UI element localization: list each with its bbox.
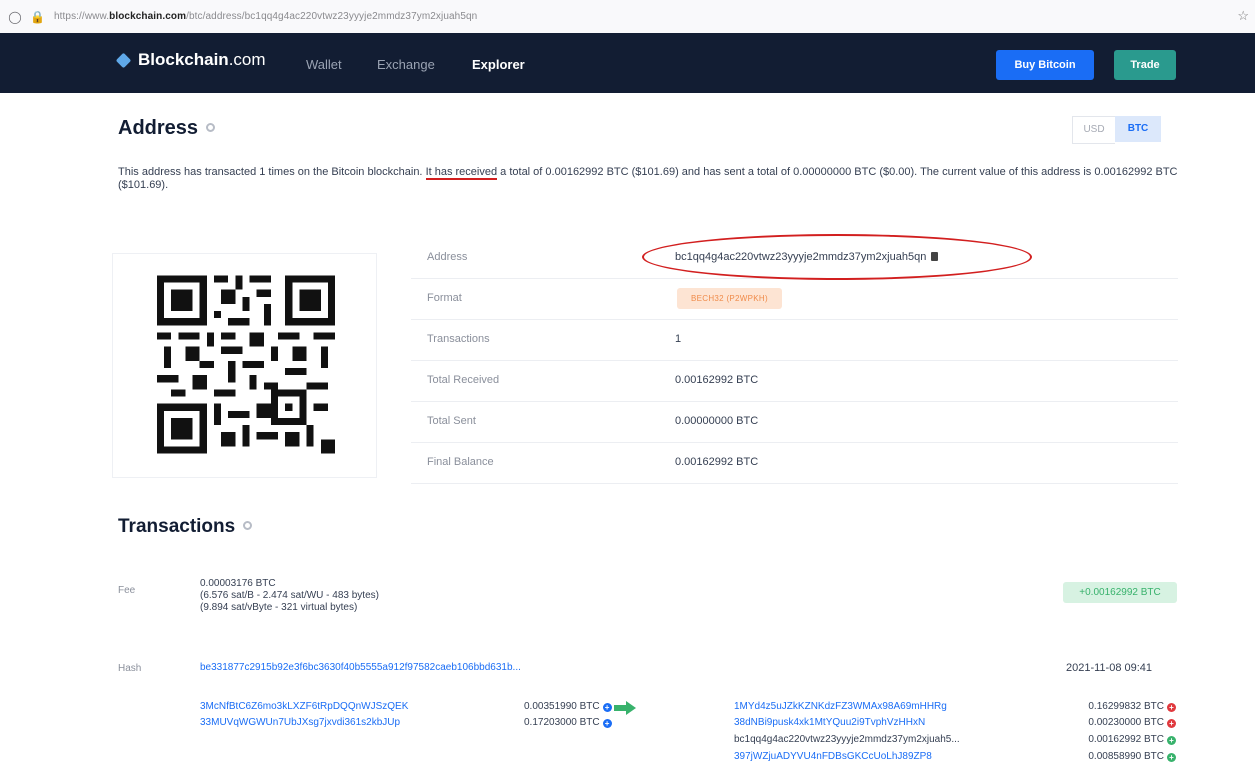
transaction-date: 2021-11-08 09:41 xyxy=(1066,662,1153,674)
expand-icon[interactable]: + xyxy=(602,719,612,728)
annotated-phrase: It has received xyxy=(425,166,498,180)
output-amount: 0.00858990 BTC + xyxy=(1088,751,1176,762)
qr-code-panel xyxy=(112,253,377,478)
detail-row-transactions: Transactions 1 xyxy=(411,320,1178,361)
url-text[interactable]: https://www.blockchain.com/btc/address/b… xyxy=(54,11,477,22)
page-title: Address xyxy=(118,117,216,140)
blockchain-logo-icon xyxy=(115,52,132,68)
address-summary: This address has transacted 1 times on t… xyxy=(118,166,1178,191)
detail-row-total-received: Total Received 0.00162992 BTC xyxy=(411,361,1178,402)
currency-btc-option[interactable]: BTC xyxy=(1115,116,1161,142)
spent-icon[interactable]: + xyxy=(1167,719,1176,728)
browser-url-bar[interactable]: ◯ 🔒 https://www.blockchain.com/btc/addre… xyxy=(0,0,1255,34)
output-address-link[interactable]: 397jWZjuADYVU4nFDBsGKCcUoLhJ89ZP8 xyxy=(734,751,932,762)
annotation-circle xyxy=(642,234,1032,280)
lock-icon: 🔒 xyxy=(30,9,45,24)
output-amount: 0.16299832 BTC + xyxy=(1088,701,1176,712)
currency-toggle: USD BTC xyxy=(1072,116,1161,144)
nav-link-wallet[interactable]: Wallet xyxy=(306,57,342,72)
output-address-link[interactable]: 1MYd4z5uJZkKZNKdzFZ3WMAx98A69mHHRg xyxy=(734,701,947,712)
expand-icon[interactable]: + xyxy=(602,703,612,712)
nav-link-exchange[interactable]: Exchange xyxy=(377,57,435,72)
format-badge: BECH32 (P2WPKH) xyxy=(677,288,782,309)
output-address-current: bc1qq4g4ac220vtwz23yyyje2mmdz37ym2xjuah5… xyxy=(734,734,960,745)
arrow-right-icon xyxy=(614,701,636,715)
transaction-hash-link[interactable]: be331877c2915b92e3f6bc3630f40b5555a912f9… xyxy=(200,662,521,673)
info-icon[interactable] xyxy=(206,123,216,132)
transactions-title: Transactions xyxy=(118,516,253,538)
hash-label: Hash xyxy=(118,663,142,674)
info-icon[interactable] xyxy=(243,521,253,530)
transaction-amount-badge: +0.00162992 BTC xyxy=(1063,582,1177,603)
input-amount: 0.17203000 BTC + xyxy=(524,717,612,728)
qr-code-image xyxy=(157,275,335,454)
unspent-icon[interactable]: + xyxy=(1167,736,1176,745)
buy-bitcoin-button[interactable]: Buy Bitcoin xyxy=(996,50,1094,80)
top-navigation: Blockchain.com Wallet Exchange Explorer … xyxy=(0,33,1255,93)
detail-row-final-balance: Final Balance 0.00162992 BTC xyxy=(411,443,1178,484)
input-address-link[interactable]: 3McNfBtC6Z6mo3kLXZF6tRpDQQnWJSzQEK xyxy=(200,701,408,712)
output-amount: 0.00162992 BTC + xyxy=(1088,734,1176,745)
input-amount: 0.00351990 BTC + xyxy=(524,701,612,712)
brand-logo[interactable]: Blockchain.com xyxy=(115,50,266,70)
shield-icon: ◯ xyxy=(8,9,22,24)
output-amount: 0.00230000 BTC + xyxy=(1088,717,1176,728)
fee-details: 0.00003176 BTC (6.576 sat/B - 2.474 sat/… xyxy=(200,578,379,613)
trade-button[interactable]: Trade xyxy=(1114,50,1176,80)
nav-link-explorer[interactable]: Explorer xyxy=(472,57,525,72)
input-address-link[interactable]: 33MUVqWGWUn7UbJXsg7jxvdi361s2kbJUp xyxy=(200,717,400,728)
unspent-icon[interactable]: + xyxy=(1167,753,1176,762)
output-address-link[interactable]: 38dNBi9pusk4xk1MtYQuu2i9TvphVzHHxN xyxy=(734,717,925,728)
spent-icon[interactable]: + xyxy=(1167,703,1176,712)
detail-row-format: Format BECH32 (P2WPKH) xyxy=(411,279,1178,320)
fee-label: Fee xyxy=(118,585,136,596)
currency-usd-option[interactable]: USD xyxy=(1072,116,1115,144)
detail-row-total-sent: Total Sent 0.00000000 BTC xyxy=(411,402,1178,443)
bookmark-star-icon[interactable]: ☆ xyxy=(1237,8,1249,24)
